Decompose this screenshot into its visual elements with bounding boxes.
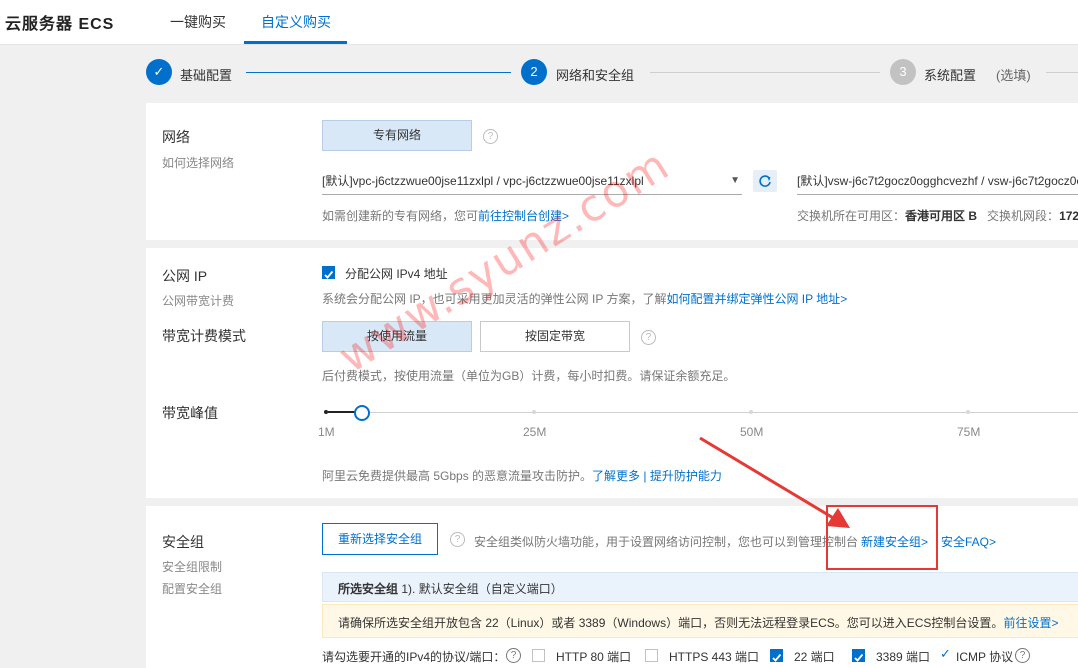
- app-title: 云服务器 ECS: [5, 16, 115, 33]
- billing-fixed-bandwidth-button[interactable]: 按固定带宽: [480, 321, 630, 352]
- help-icon[interactable]: ?: [450, 532, 465, 547]
- step-1-label: 基础配置: [180, 68, 233, 83]
- security-group-title: 安全组: [162, 534, 204, 550]
- network-help-link[interactable]: 如何选择网络: [162, 154, 234, 171]
- refresh-icon: [759, 175, 771, 187]
- slider-tick-50m: [749, 410, 753, 414]
- step-connector-1: [246, 72, 511, 73]
- help-icon[interactable]: ?: [641, 330, 656, 345]
- billing-mode-title: 带宽计费模式: [162, 328, 246, 344]
- ports-label: 请勾选要开通的IPv4的协议/端口：: [322, 650, 506, 664]
- selected-security-group-label: 所选安全组: [338, 582, 399, 596]
- security-group-limit-link[interactable]: 安全组限制: [162, 558, 222, 575]
- vpc-select[interactable]: [默认]vpc-j6ctzzwue00jse11zxlpl / vpc-j6ct…: [322, 172, 742, 195]
- selected-security-group: 所选安全组 1). 默认安全组（自定义端口）: [338, 580, 563, 597]
- step-2-label: 网络和安全组: [556, 68, 635, 83]
- rdp-3389-checkbox[interactable]: [852, 649, 865, 662]
- go-settings-link[interactable]: 前往设置>: [1003, 616, 1058, 630]
- bandwidth-slider-handle[interactable]: [354, 405, 370, 421]
- top-bar: [0, 0, 1078, 45]
- annotation-arrow-icon: [699, 436, 850, 528]
- billing-desc: 后付费模式，按使用流量（单位为GB）计费，每小时扣费。请保证余额充足。: [322, 369, 736, 383]
- step-connector-3: [1046, 72, 1078, 73]
- security-faq-link[interactable]: 安全FAQ>: [941, 533, 996, 550]
- configure-security-group-link[interactable]: 配置安全组: [162, 580, 222, 597]
- segment-value: 172.31: [1059, 209, 1078, 223]
- tick-label-75m: 75M: [957, 425, 981, 439]
- selected-security-group-value: 1). 默认安全组（自定义端口）: [401, 582, 563, 596]
- eip-guide-link[interactable]: 如何配置并绑定弹性公网 IP 地址>: [666, 292, 847, 306]
- caret-down-icon: ▼: [730, 175, 740, 186]
- zone-label: 交换机所在可用区：: [797, 209, 906, 223]
- https-443-label[interactable]: HTTPS 443 端口: [669, 648, 759, 665]
- active-tab-indicator: [244, 41, 347, 44]
- rdp-3389-label[interactable]: 3389 端口: [876, 648, 930, 665]
- vswitch-select-value: [默认]vsw-j6c7t2gocz0ogghcvezhf / vsw-j6c7…: [797, 174, 1078, 188]
- https-443-checkbox[interactable]: [645, 649, 658, 662]
- tab-custom-buy[interactable]: 自定义购买: [261, 12, 331, 32]
- ssh-22-label[interactable]: 22 端口: [794, 648, 835, 665]
- ddos-protect-text: 阿里云免费提供最高 5Gbps 的恶意流量攻击防护。: [322, 469, 593, 483]
- segment-label: 交换机网段：: [987, 209, 1060, 223]
- public-ip-title: 公网 IP: [162, 268, 208, 284]
- help-icon[interactable]: ?: [483, 129, 498, 144]
- zone-value: 香港可用区 B: [905, 209, 978, 223]
- link-separator: |: [640, 469, 650, 483]
- network-title: 网络: [162, 129, 190, 145]
- check-icon: [772, 653, 782, 662]
- public-ip-billing-link[interactable]: 公网带宽计费: [162, 292, 234, 309]
- help-icon[interactable]: ?: [506, 648, 521, 663]
- port-warning: 请确保所选安全组开放包含 22（Linux）或者 3389（Windows）端口…: [338, 614, 1058, 631]
- http-80-label[interactable]: HTTP 80 端口: [556, 648, 631, 665]
- tick-label-1m: 1M: [318, 425, 335, 439]
- vswitch-info: 交换机所在可用区：香港可用区 B 交换机网段：172.31: [797, 207, 1078, 224]
- learn-more-link[interactable]: 了解更多: [592, 469, 640, 483]
- step-done-check-icon: ✓: [146, 59, 172, 85]
- step-3-label: 系统配置: [924, 68, 977, 83]
- check-icon: [324, 270, 334, 279]
- tab-quick-buy[interactable]: 一键购买: [170, 12, 226, 32]
- step-3-optional: (选填): [996, 68, 1031, 83]
- step-2-number: 2: [521, 59, 547, 85]
- tick-label-25m: 25M: [523, 425, 547, 439]
- bandwidth-peak-title: 带宽峰值: [162, 405, 218, 421]
- step-3-number: 3: [890, 59, 916, 85]
- reselect-security-group-button[interactable]: 重新选择安全组: [322, 523, 438, 555]
- ssh-22-checkbox[interactable]: [770, 649, 783, 662]
- ddos-protect-note: 阿里云免费提供最高 5Gbps 的恶意流量攻击防护。了解更多 | 提升防护能力: [322, 467, 722, 484]
- http-80-checkbox[interactable]: [532, 649, 545, 662]
- port-warning-text: 请确保所选安全组开放包含 22（Linux）或者 3389（Windows）端口…: [338, 616, 1004, 630]
- step-connector-2: [650, 72, 880, 73]
- assign-ipv4-checkbox[interactable]: [322, 266, 335, 279]
- vpc-network-button[interactable]: 专有网络: [322, 120, 472, 151]
- refresh-button[interactable]: [753, 170, 777, 192]
- vpc-create-hint-text: 如需创建新的专有网络，您可: [322, 209, 479, 223]
- help-icon[interactable]: ?: [1015, 648, 1030, 663]
- slider-tick-75m: [966, 410, 970, 414]
- icmp-label[interactable]: ICMP 协议: [956, 648, 1013, 665]
- check-icon: [854, 653, 864, 662]
- icmp-check-icon: ✓: [940, 646, 951, 661]
- slider-tick-25m: [532, 410, 536, 414]
- vswitch-select[interactable]: [默认]vsw-j6c7t2gocz0ogghcvezhf / vsw-j6c7…: [797, 172, 1078, 195]
